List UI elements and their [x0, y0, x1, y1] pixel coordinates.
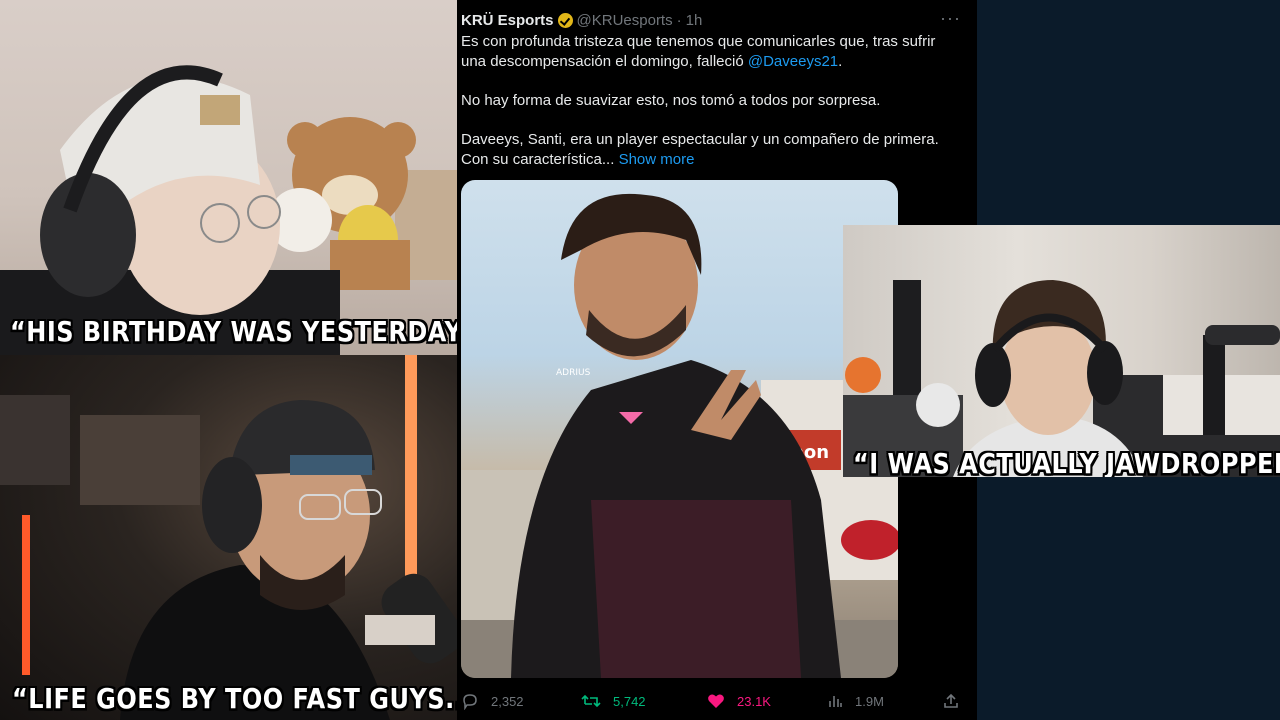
retweet-button[interactable]: 5,742 — [581, 692, 646, 710]
tweet-paragraph-3-text: Daveeys, Santi, era un player espectacul… — [461, 130, 939, 168]
show-more-link[interactable]: Show more — [619, 151, 695, 168]
views-chart-icon — [829, 696, 842, 707]
caption-right: “I WAS ACTUALLY JAWDROPPED” — [853, 447, 1280, 477]
caption-bottom-left: “LIFE GOES BY TOO FAST GUYS..” — [12, 682, 457, 716]
retweet-icon — [581, 694, 601, 708]
webcam-right: “I WAS ACTUALLY JAWDROPPED” — [843, 225, 1280, 477]
author-handle[interactable]: @KRUesports — [577, 12, 673, 29]
mention-link[interactable]: @Daveeys21 — [748, 53, 838, 70]
tweet-paragraph-2: No hay forma de suavizar esto, nos tomó … — [461, 91, 881, 109]
webcam-top-left: “HIS BIRTHDAY WAS YESTERDAY?” — [0, 0, 457, 355]
reply-button[interactable]: 2,352 — [461, 692, 524, 710]
streamer-top-left-image — [0, 65, 457, 355]
player-photo: imon ADRIUS — [461, 193, 898, 678]
views-button[interactable]: 1.9M — [827, 693, 884, 709]
tweet-text: Es con profunda tristeza que tenemos que… — [461, 32, 961, 189]
separator-dot: · — [676, 11, 682, 29]
more-options-icon[interactable]: ··· — [940, 8, 961, 29]
heart-icon — [708, 694, 724, 708]
tweet-media-image[interactable]: imon ADRIUS — [461, 180, 898, 678]
share-icon — [944, 693, 958, 708]
tweet-header: KRÜ Esports @KRUesports · 1h — [461, 10, 702, 30]
shirt-text: ADRIUS — [556, 368, 591, 378]
tweet-paragraph-1-end: . — [838, 52, 843, 70]
like-button[interactable]: 23.1K — [707, 692, 771, 710]
author-name[interactable]: KRÜ Esports — [461, 12, 554, 29]
caption-top-left: “HIS BIRTHDAY WAS YESTERDAY?” — [10, 315, 457, 349]
reply-icon — [463, 694, 477, 710]
tweet-paragraph-3: Daveeys, Santi, era un player espectacul… — [461, 130, 961, 169]
share-button[interactable] — [943, 693, 959, 709]
streamer-right-image — [843, 280, 1280, 477]
like-count: 23.1K — [737, 693, 771, 709]
webcam-bottom-left: “LIFE GOES BY TOO FAST GUYS..” — [0, 355, 457, 720]
tweet-paragraph-1-text: Es con profunda tristeza que tenemos que… — [461, 33, 936, 70]
tweet-time[interactable]: 1h — [686, 12, 703, 29]
tweet-paragraph-1: Es con profunda tristeza que tenemos que… — [461, 32, 961, 71]
views-count: 1.9M — [855, 693, 884, 709]
verified-badge-icon — [557, 12, 573, 28]
retweet-count: 5,742 — [613, 693, 646, 709]
streamer-bottom-left-image — [0, 355, 457, 720]
tweet-action-bar: 2,352 5,742 23.1K 1.9M — [461, 690, 961, 712]
reply-count: 2,352 — [491, 693, 524, 709]
